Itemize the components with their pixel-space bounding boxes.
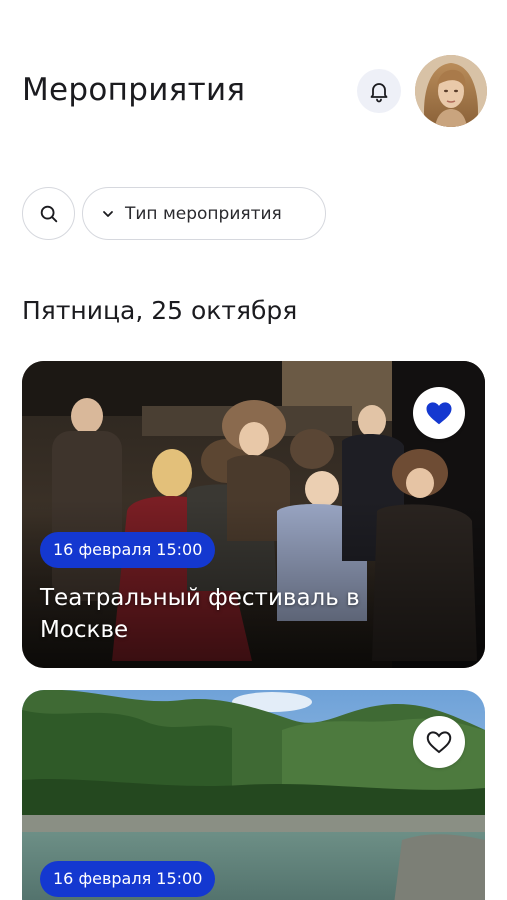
events-screen: Мероприятия Тип мероприятия Пятница, 25 … [0, 0, 507, 900]
chevron-down-icon [101, 207, 115, 221]
avatar-photo [415, 55, 487, 127]
event-card[interactable]: 16 февраля 15:00 [22, 690, 485, 900]
search-button[interactable] [22, 187, 75, 240]
heart-outline-icon [426, 731, 452, 754]
event-type-filter[interactable]: Тип мероприятия [82, 187, 326, 240]
day-heading: Пятница, 25 октября [22, 296, 298, 325]
favorite-button[interactable] [413, 387, 465, 439]
event-title: Театральный фестиваль в Москве [40, 585, 360, 643]
event-type-label: Тип мероприятия [125, 203, 282, 224]
event-date-badge: 16 февраля 15:00 [40, 861, 216, 897]
notifications-button[interactable] [357, 69, 401, 113]
search-icon [40, 205, 57, 222]
page-title: Мероприятия [22, 72, 246, 108]
favorite-button[interactable] [413, 716, 465, 768]
avatar[interactable] [415, 55, 487, 127]
event-date-badge: 16 февраля 15:00 [40, 532, 216, 568]
event-card[interactable]: 16 февраля 15:00 Театральный фестиваль в… [22, 361, 485, 668]
bell-icon [370, 83, 388, 103]
heart-filled-icon [426, 402, 452, 425]
